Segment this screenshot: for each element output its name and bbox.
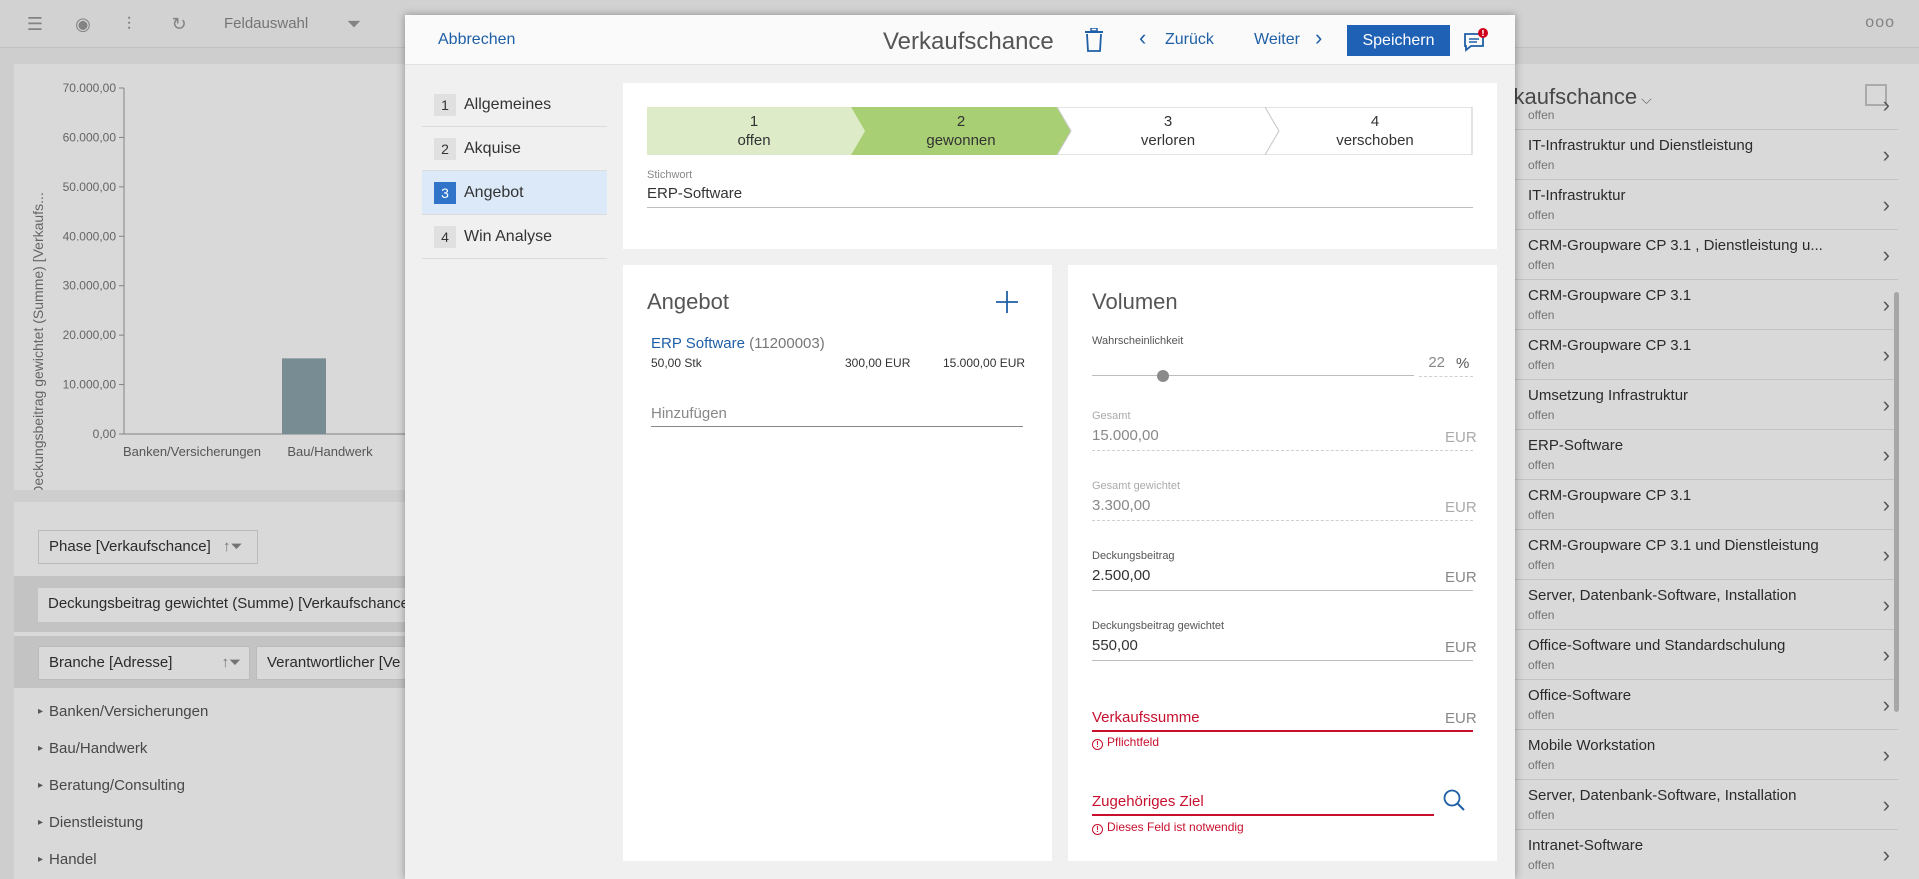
- weighted-unit: EUR: [1445, 499, 1477, 516]
- step-label: Allgemeines: [464, 96, 552, 113]
- step-number: 4: [434, 226, 456, 248]
- phase-number: 1: [749, 113, 759, 130]
- sales-sum-unit: EUR: [1445, 710, 1477, 727]
- margin-weighted-input[interactable]: 550,00: [1092, 637, 1138, 654]
- phase-card: 1 offen 2 gewonnen 3 verloren 4 verschoben Stic…: [623, 83, 1497, 249]
- step-item-4[interactable]: 4 Win Analyse: [422, 215, 607, 259]
- phase-label: offen: [737, 132, 771, 149]
- error-icon: !: [1092, 824, 1103, 835]
- phase-label: verloren: [1140, 132, 1196, 149]
- probability-slider-thumb[interactable]: [1156, 370, 1169, 382]
- step-item-3[interactable]: 3 Angebot: [422, 171, 607, 215]
- offer-card: Angebot ERP Software (11200003) 50,00 St…: [623, 265, 1052, 861]
- margin-weighted-unit: EUR: [1445, 639, 1477, 656]
- volume-card: Volumen Wahrscheinlichkeit 22 % Gesamt 1…: [1068, 265, 1497, 861]
- steps-nav: 1 Allgemeines 2 Akquise 3 Angebot 4 Win Analyse: [422, 83, 607, 259]
- phase-number: 4: [1370, 113, 1380, 130]
- offer-product-id: (11200003): [749, 335, 825, 352]
- trash-icon[interactable]: [1083, 28, 1105, 52]
- probability-label: Wahrscheinlichkeit: [1092, 335, 1184, 347]
- dialog-header: Abbrechen Verkaufschance ‹ Zurück Weiter…: [405, 15, 1515, 65]
- step-number: 1: [434, 94, 456, 116]
- total-unit: EUR: [1445, 429, 1477, 446]
- step-item-2[interactable]: 2 Akquise: [422, 127, 607, 171]
- step-item-1[interactable]: 1 Allgemeines: [422, 83, 607, 127]
- sales-sum-underline: [1092, 730, 1473, 732]
- error-icon: !: [1092, 739, 1103, 750]
- offer-title: Angebot: [647, 289, 729, 314]
- svg-text:!: !: [1481, 29, 1485, 38]
- margin-underline: [1092, 590, 1473, 591]
- margin-input[interactable]: 2.500,00: [1092, 567, 1150, 584]
- volume-title: Volumen: [1092, 289, 1178, 314]
- back-button[interactable]: Zurück: [1165, 31, 1214, 49]
- phase-number: 2: [956, 113, 966, 130]
- sales-sum-input[interactable]: Verkaufssumme: [1092, 709, 1200, 726]
- weighted-label: Gesamt gewichtet: [1092, 480, 1181, 492]
- add-offer-input[interactable]: Hinzufügen: [651, 405, 727, 422]
- goal-error: ! Dieses Feld ist notwendig: [1092, 820, 1244, 835]
- plus-icon[interactable]: [995, 290, 1019, 314]
- phase-selector: 1 offen 2 gewonnen 3 verloren 4 verschoben: [647, 107, 1473, 155]
- chat-notification-icon[interactable]: !: [1463, 28, 1489, 54]
- goal-input[interactable]: Zugehöriges Ziel: [1092, 793, 1204, 810]
- chevron-right-icon[interactable]: ›: [1315, 25, 1322, 51]
- chevron-left-icon[interactable]: ‹: [1139, 25, 1146, 51]
- step-label: Win Analyse: [464, 228, 553, 245]
- phase-1[interactable]: 1 offen: [674, 107, 834, 155]
- offer-qty: 50,00 Stk: [651, 356, 702, 370]
- save-button[interactable]: Speichern: [1347, 25, 1450, 56]
- dialog-title: Verkaufschance: [883, 28, 1054, 55]
- margin-weighted-label: Deckungsbeitrag gewichtet: [1092, 620, 1225, 632]
- opportunity-dialog: Abbrechen Verkaufschance ‹ Zurück Weiter…: [405, 15, 1515, 879]
- offer-product[interactable]: ERP Software (11200003): [651, 335, 825, 352]
- phase-3[interactable]: 3 verloren: [1088, 107, 1248, 155]
- total-label: Gesamt: [1092, 410, 1131, 422]
- probability-underline: [1419, 376, 1473, 377]
- offer-product-name[interactable]: ERP Software: [651, 335, 745, 352]
- phase-number: 3: [1163, 113, 1173, 130]
- sales-sum-error: ! Pflichtfeld: [1092, 735, 1159, 750]
- weighted-underline: [1092, 520, 1473, 521]
- offer-total: 15.000,00 EUR: [943, 356, 1026, 370]
- next-button[interactable]: Weiter: [1254, 31, 1300, 49]
- step-number: 2: [434, 138, 456, 160]
- phase-label: verschoben: [1336, 132, 1414, 149]
- cancel-button[interactable]: Abbrechen: [438, 31, 515, 49]
- keyword-input[interactable]: ERP-Software: [647, 185, 742, 202]
- probability-slider-track[interactable]: [1092, 375, 1414, 376]
- margin-label: Deckungsbeitrag: [1092, 550, 1175, 562]
- search-icon[interactable]: [1442, 788, 1466, 812]
- probability-value[interactable]: 22: [1419, 354, 1445, 371]
- step-label: Akquise: [464, 140, 521, 157]
- weighted-value: 3.300,00: [1092, 497, 1151, 514]
- add-offer-underline: [651, 426, 1023, 427]
- total-underline: [1092, 450, 1473, 451]
- total-value: 15.000,00: [1092, 427, 1159, 444]
- keyword-label: Stichwort: [647, 169, 693, 181]
- goal-underline: [1092, 814, 1434, 816]
- phase-4[interactable]: 4 verschoben: [1295, 107, 1455, 155]
- step-number: 3: [434, 182, 456, 204]
- phase-label: gewonnen: [926, 132, 996, 149]
- step-label: Angebot: [464, 184, 524, 201]
- margin-unit: EUR: [1445, 569, 1477, 586]
- keyword-underline: [647, 207, 1473, 208]
- percent-unit: %: [1456, 355, 1470, 372]
- margin-weighted-underline: [1092, 660, 1473, 661]
- offer-price: 300,00 EUR: [845, 356, 911, 370]
- phase-2[interactable]: 2 gewonnen: [881, 107, 1041, 155]
